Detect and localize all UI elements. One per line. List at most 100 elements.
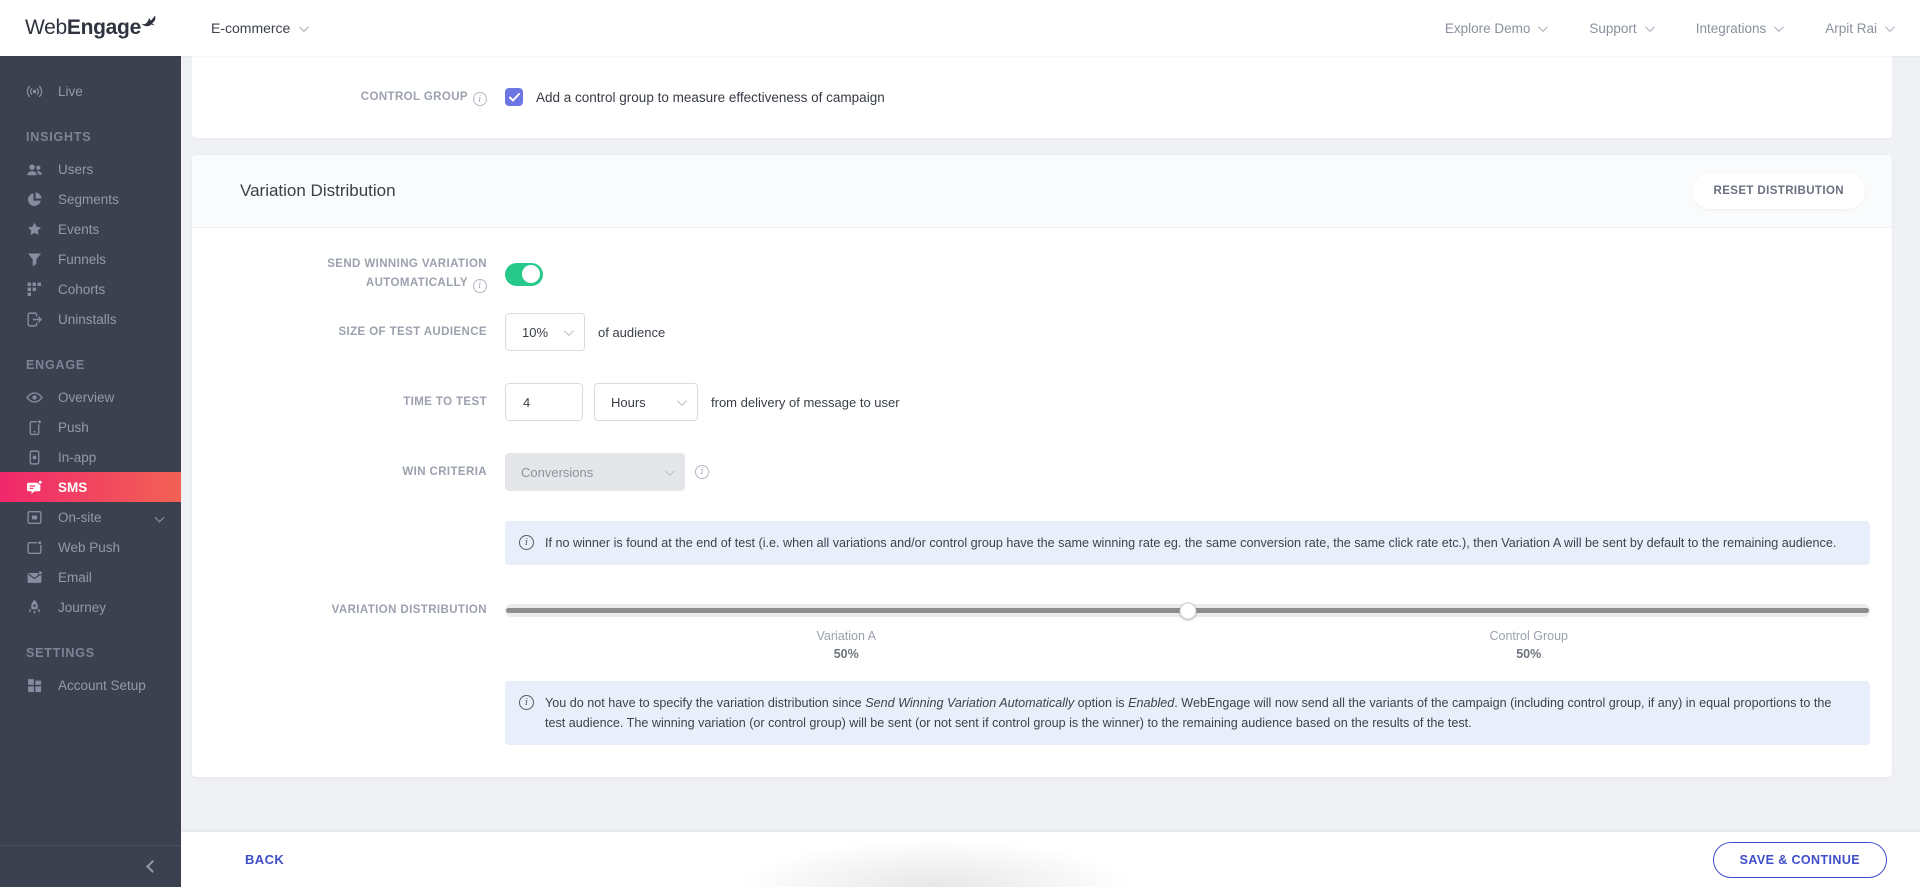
chevron-down-icon	[677, 396, 687, 406]
segments-icon	[26, 191, 43, 208]
collapse-sidebar-icon[interactable]	[146, 860, 159, 873]
main-content: CONTROL GROUP Add a control group to mea…	[181, 56, 1920, 887]
slider-handle[interactable]	[1179, 602, 1196, 619]
sidebar-item-cohorts[interactable]: Cohorts	[0, 274, 181, 304]
sidebar-section-engage: ENGAGE	[26, 358, 181, 372]
segment-variation-a: Variation A 50%	[505, 620, 1188, 661]
control-group-label: CONTROL GROUP	[192, 88, 487, 107]
win-criteria-label: WIN CRITERIA	[192, 463, 487, 482]
sidebar-item-push[interactable]: Push	[0, 412, 181, 442]
send-winning-label: SEND WINNING VARIATION AUTOMATICALLY	[192, 255, 487, 293]
project-selector[interactable]: E-commerce	[211, 20, 306, 36]
time-unit-select[interactable]: Hours	[594, 383, 698, 421]
info-icon	[519, 535, 534, 550]
users-icon	[26, 161, 43, 178]
reset-distribution-button[interactable]: RESET DISTRIBUTION	[1692, 173, 1865, 209]
uninstalls-icon	[26, 311, 43, 328]
sidebar-item-journey[interactable]: Journey	[0, 592, 181, 622]
control-group-checkbox[interactable]	[505, 88, 523, 106]
save-continue-button[interactable]: SAVE & CONTINUE	[1713, 842, 1887, 878]
sidebar-item-funnels[interactable]: Funnels	[0, 244, 181, 274]
events-icon	[26, 221, 43, 238]
chevron-down-icon	[1774, 22, 1784, 32]
no-winner-info-text: If no winner is found at the end of test…	[545, 533, 1836, 553]
top-nav: Explore Demo Support Integrations Arpit …	[1445, 21, 1892, 36]
nav-support[interactable]: Support	[1589, 21, 1651, 36]
info-icon[interactable]	[695, 465, 709, 479]
sidebar-item-on-site[interactable]: On-site	[0, 502, 181, 532]
sidebar-item-events[interactable]: Events	[0, 214, 181, 244]
webengage-logo-text: WebEngage	[25, 16, 141, 40]
test-audience-suffix: of audience	[598, 325, 665, 340]
journey-icon	[26, 599, 43, 616]
chevron-down-icon	[1538, 22, 1548, 32]
chevron-down-icon	[665, 466, 675, 476]
funnels-icon	[26, 251, 43, 268]
send-winning-toggle[interactable]	[505, 263, 543, 286]
send-winning-row: SEND WINNING VARIATION AUTOMATICALLY	[192, 255, 1892, 293]
sidebar-item-segments[interactable]: Segments	[0, 184, 181, 214]
sidebar-item-sms[interactable]: SMS	[0, 472, 181, 502]
toggle-knob	[522, 265, 540, 283]
panel-header: Variation Distribution RESET DISTRIBUTIO…	[192, 155, 1892, 228]
sms-icon	[26, 479, 43, 496]
overview-icon	[26, 389, 43, 406]
chevron-down-icon	[299, 22, 309, 32]
info-icon[interactable]	[473, 279, 487, 293]
variation-distribution-row: VARIATION DISTRIBUTION	[192, 601, 1892, 620]
push-icon	[26, 419, 43, 436]
sidebar-item-account-setup[interactable]: Account Setup	[0, 670, 181, 700]
time-to-test-label: TIME TO TEST	[192, 393, 487, 412]
win-criteria-row: WIN CRITERIA Conversions	[192, 453, 1892, 491]
info-icon[interactable]	[473, 92, 487, 106]
nav-explore-demo[interactable]: Explore Demo	[1445, 21, 1546, 36]
distribution-slider	[505, 604, 1870, 617]
sidebar-section-settings: SETTINGS	[26, 646, 181, 660]
back-button[interactable]: BACK	[245, 852, 284, 867]
chevron-down-icon	[564, 326, 574, 336]
chevron-down-icon	[1885, 22, 1895, 32]
sidebar-item-web-push[interactable]: Web Push	[0, 532, 181, 562]
on-site-icon	[26, 509, 43, 526]
info-icon	[519, 695, 534, 710]
segment-name: Control Group	[1188, 629, 1871, 643]
win-criteria-select: Conversions	[505, 453, 685, 491]
segment-value: 50%	[1188, 647, 1871, 661]
in-app-icon	[26, 449, 43, 466]
sidebar-section-insights: INSIGHTS	[26, 130, 181, 144]
sidebar-item-overview[interactable]: Overview	[0, 382, 181, 412]
sidebar-footer	[0, 845, 181, 887]
webengage-bird-icon	[140, 12, 159, 36]
chevron-down-icon	[1645, 22, 1655, 32]
sidebar-item-uninstalls[interactable]: Uninstalls	[0, 304, 181, 334]
account-setup-icon	[26, 677, 43, 694]
variation-distribution-label: VARIATION DISTRIBUTION	[192, 601, 487, 620]
test-audience-row: SIZE OF TEST AUDIENCE 10% of audience	[192, 313, 1892, 351]
segment-control-group: Control Group 50%	[1188, 620, 1871, 661]
webengage-logo[interactable]: WebEngage	[25, 16, 211, 40]
control-group-card: CONTROL GROUP Add a control group to mea…	[192, 56, 1892, 138]
chevron-down-icon	[155, 512, 165, 522]
nav-integrations[interactable]: Integrations	[1696, 21, 1782, 36]
distribution-info-text: You do not have to specify the variation…	[545, 693, 1852, 733]
segment-name: Variation A	[505, 629, 1188, 643]
no-winner-info-note: If no winner is found at the end of test…	[505, 521, 1870, 565]
time-to-test-input[interactable]	[505, 383, 583, 421]
sidebar-item-live[interactable]: Live	[0, 76, 181, 106]
variation-distribution-card: Variation Distribution RESET DISTRIBUTIO…	[192, 155, 1892, 777]
time-to-test-suffix: from delivery of message to user	[711, 395, 900, 410]
sidebar-item-email[interactable]: Email	[0, 562, 181, 592]
web-push-icon	[26, 539, 43, 556]
control-group-description: Add a control group to measure effective…	[536, 90, 885, 105]
project-name: E-commerce	[211, 20, 290, 36]
sidebar-item-in-app[interactable]: In-app	[0, 442, 181, 472]
cohorts-icon	[26, 281, 43, 298]
panel-title: Variation Distribution	[240, 181, 396, 201]
live-icon	[26, 83, 43, 100]
test-audience-select[interactable]: 10%	[505, 313, 585, 351]
sidebar-item-users[interactable]: Users	[0, 154, 181, 184]
nav-user-menu[interactable]: Arpit Rai	[1825, 21, 1892, 36]
slider-track[interactable]	[505, 604, 1870, 617]
footer-bar: BACK SAVE & CONTINUE	[181, 832, 1920, 887]
sidebar: Live INSIGHTS Users Segments Events Funn…	[0, 56, 181, 887]
